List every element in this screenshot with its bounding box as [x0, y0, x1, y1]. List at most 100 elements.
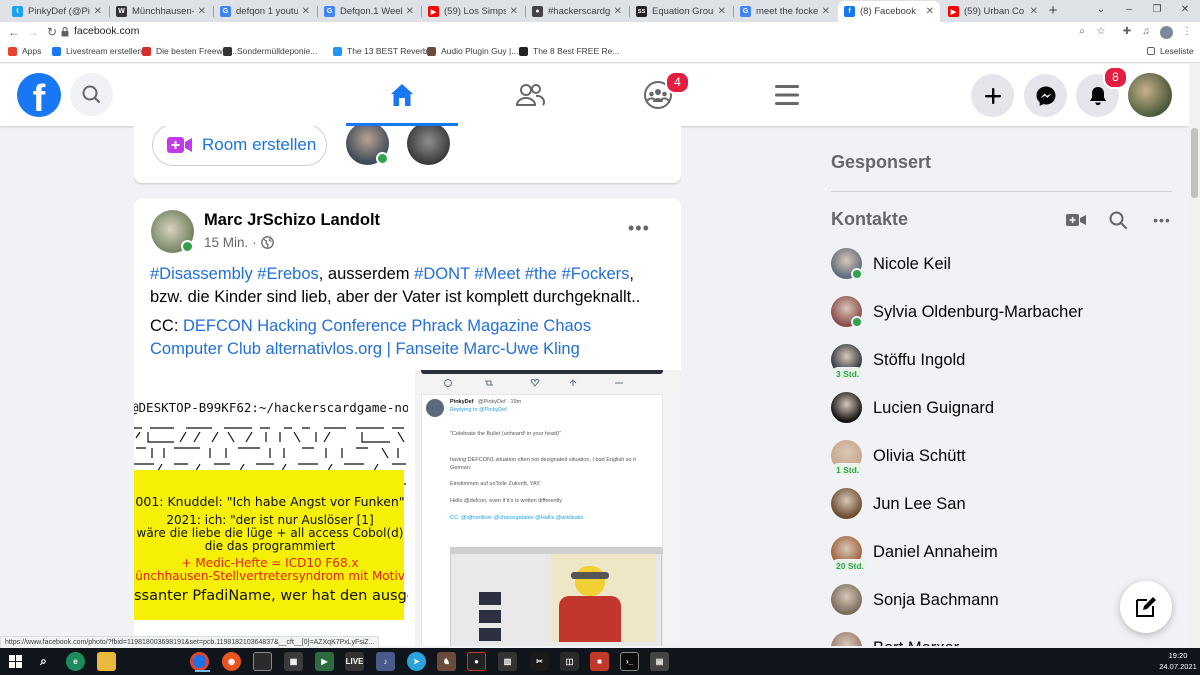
contact-item[interactable]: 3 Std. Stöffu Ingold [831, 338, 1171, 382]
hashtag-link[interactable]: #Fockers [562, 265, 630, 283]
taskbar-search-icon[interactable]: ⌕ [34, 652, 53, 671]
bookmark-item[interactable]: Apps [8, 46, 41, 56]
reading-list[interactable]: Leseliste [1147, 46, 1194, 56]
browser-tab[interactable]: G Defqon.1 Weekend ✕ [318, 1, 420, 22]
media-app-icon[interactable]: ▶ [315, 652, 334, 671]
post-photo-tweet-screenshot[interactable]: PinkyDef @PinkyDef · 19m Replying to @Pi… [415, 370, 681, 646]
facebook-logo-icon[interactable]: f [17, 73, 61, 117]
audio-icon[interactable]: ▥ [498, 652, 517, 671]
tab-groups[interactable]: 4 [602, 64, 714, 126]
forward-icon[interactable]: → [25, 24, 41, 40]
tools-icon[interactable]: ✂ [530, 652, 549, 671]
post-options-icon[interactable]: ••• [628, 218, 650, 239]
chrome-icon[interactable] [190, 652, 210, 672]
post-timestamp[interactable]: 15 Min. [204, 235, 248, 250]
bookmark-item[interactable]: Livestream erstellen [52, 46, 142, 56]
account-avatar[interactable] [1128, 73, 1172, 117]
close-tab-icon[interactable]: ✕ [926, 6, 934, 17]
post-photo-terminal[interactable]: @DESKTOP-B99KF62:~/hackerscardgame-note … [134, 370, 408, 646]
create-button[interactable] [971, 74, 1014, 117]
post-author-name[interactable]: Marc JrSchizo Landolt [204, 211, 380, 230]
system-clock[interactable]: 19:20 24.07.2021 [1158, 650, 1198, 672]
reload-icon[interactable]: ↻ [44, 24, 60, 40]
hashtag-link[interactable]: #the [525, 265, 557, 283]
browser-tab[interactable]: ▶ (59) Los Simpsons ✕ [422, 1, 524, 22]
tab-menu[interactable] [731, 64, 843, 126]
contact-item[interactable]: Sylvia Oldenburg-Marbacher [831, 290, 1171, 334]
terminal-icon[interactable]: ›_ [620, 652, 639, 671]
room-friend-avatar[interactable] [346, 126, 389, 165]
bookmark-item[interactable]: The 8 Best FREE Re... [519, 46, 619, 56]
browser-tab[interactable]: t PinkyDef (@PinkyD ✕ [6, 1, 108, 22]
back-icon[interactable]: ← [6, 24, 22, 40]
bookmark-item[interactable]: Audio Plugin Guy |... [427, 46, 518, 56]
recorder-icon[interactable]: ● [467, 652, 486, 671]
create-room-button[interactable]: Room erstellen [152, 126, 327, 166]
ubuntu-icon[interactable]: ◉ [222, 652, 241, 671]
app-icon[interactable]: ◫ [560, 652, 579, 671]
music-app-icon[interactable]: ♪ [376, 652, 395, 671]
contact-item[interactable]: Lucien Guignard [831, 386, 1171, 430]
close-tab-icon[interactable]: ✕ [94, 6, 102, 17]
close-tab-icon[interactable]: ✕ [1030, 6, 1038, 17]
extensions-icon[interactable]: ✚ [1120, 25, 1134, 39]
search-contacts-icon[interactable] [1106, 208, 1130, 232]
new-room-icon[interactable] [1064, 208, 1088, 232]
app-icon[interactable]: ▦ [284, 652, 303, 671]
browser-tab[interactable]: Gdefqon 1 youtube ✕ [214, 1, 316, 22]
bookmark-item[interactable]: The 13 BEST Reverb... [333, 46, 435, 56]
tab-home[interactable] [346, 64, 458, 126]
minimize-window-button[interactable]: – [1121, 2, 1137, 18]
contact-item[interactable]: Jun Lee San [831, 482, 1171, 526]
zoom-icon[interactable]: ⌕ [1075, 25, 1089, 39]
close-tab-icon[interactable]: ✕ [718, 6, 726, 17]
bookmark-star-icon[interactable]: ☆ [1094, 25, 1108, 39]
hashtag-link[interactable]: #Disassembly [150, 265, 253, 283]
tab-search-icon[interactable]: ⌄ [1093, 2, 1109, 18]
mention-links[interactable]: DEFCON Hacking Conference Phrack Magazin… [150, 317, 591, 358]
hashtag-link[interactable]: #DONT [414, 265, 470, 283]
live-app-icon[interactable]: LIVE [345, 652, 364, 671]
browser-tab[interactable]: Gmeet the fockers - ✕ [734, 1, 836, 22]
tab-friends[interactable] [474, 64, 586, 126]
close-tab-icon[interactable]: ✕ [302, 6, 310, 17]
new-tab-button[interactable]: + [1045, 1, 1061, 21]
browser-tab[interactable]: W Münchhausen-Stell ✕ [110, 1, 212, 22]
daw-icon[interactable]: ■ [590, 652, 609, 671]
contact-item[interactable]: 1 Std. Olivia Schütt [831, 434, 1171, 478]
app-window-icon[interactable] [253, 652, 272, 671]
app-icon[interactable]: ▤ [650, 652, 669, 671]
telegram-icon[interactable]: ➤ [407, 652, 426, 671]
lock-icon[interactable] [61, 27, 69, 37]
browser-tab[interactable]: ● #hackerscardgame ✕ [526, 1, 628, 22]
close-tab-icon[interactable]: ✕ [822, 6, 830, 17]
new-message-button[interactable] [1120, 581, 1172, 633]
close-tab-icon[interactable]: ✕ [510, 6, 518, 17]
close-tab-icon[interactable]: ✕ [614, 6, 622, 17]
close-window-button[interactable]: ✕ [1177, 2, 1193, 18]
browser-menu-icon[interactable]: ⋮ [1180, 25, 1194, 39]
contact-item[interactable]: Bert Marxer [831, 626, 1171, 646]
game-icon[interactable]: ♞ [437, 652, 456, 671]
close-tab-icon[interactable]: ✕ [406, 6, 414, 17]
browser-tab[interactable]: f (8) Facebook ✕ [838, 1, 940, 22]
search-button[interactable] [70, 73, 113, 116]
media-control-icon[interactable]: ♫ [1139, 25, 1153, 39]
post-author-avatar[interactable] [151, 210, 194, 253]
restore-window-button[interactable]: ❐ [1149, 2, 1165, 18]
hashtag-link[interactable]: #Meet [474, 265, 520, 283]
close-tab-icon[interactable]: ✕ [198, 6, 206, 17]
contact-item[interactable]: Nicole Keil [831, 242, 1171, 286]
profile-avatar[interactable] [1160, 26, 1173, 39]
room-friend-avatar[interactable] [407, 126, 450, 165]
contact-item[interactable]: 20 Std. Daniel Annaheim [831, 530, 1171, 574]
windows-start-icon[interactable] [6, 652, 25, 671]
edge-icon[interactable]: e [66, 652, 85, 671]
file-explorer-icon[interactable] [97, 652, 116, 671]
messenger-button[interactable] [1024, 74, 1067, 117]
browser-tab[interactable]: ss Equation Group: M ✕ [630, 1, 732, 22]
url-field[interactable]: facebook.com [74, 25, 139, 37]
scrollbar-thumb[interactable] [1191, 128, 1198, 198]
contacts-options-icon[interactable]: ••• [1150, 208, 1174, 232]
bookmark-item[interactable]: Sondermülldeponie... [223, 46, 317, 56]
